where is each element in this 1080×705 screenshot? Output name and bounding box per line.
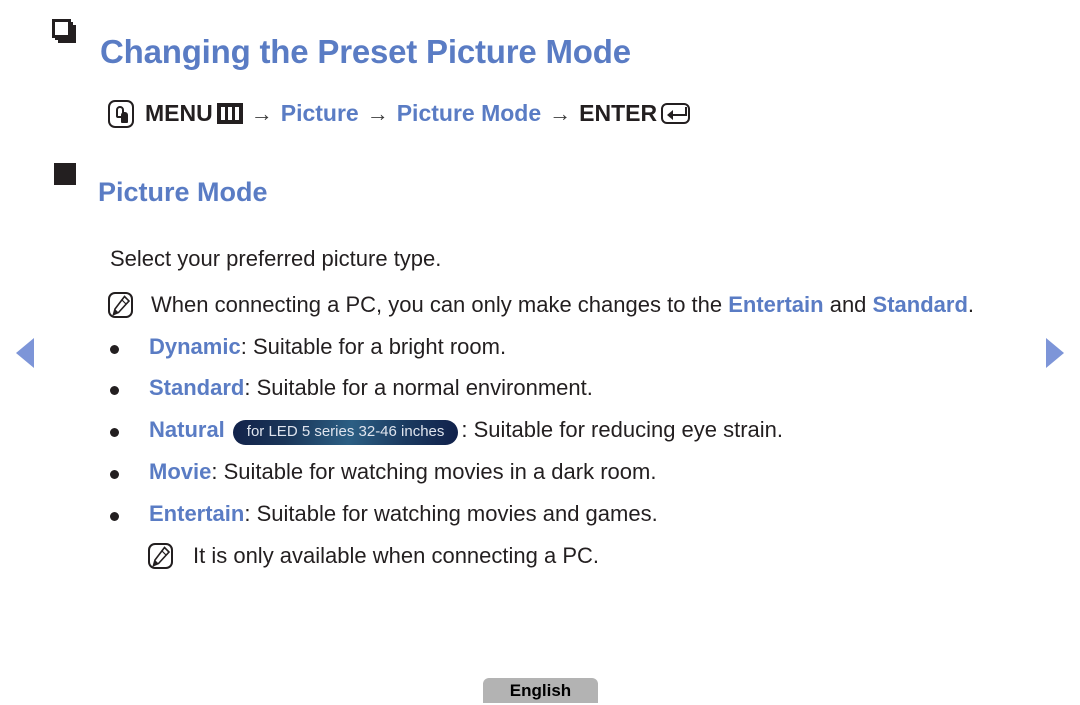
mode-desc: : Suitable for watching movies and games… <box>244 500 658 526</box>
list-item: Dynamic: Suitable for a bright room. <box>0 333 1080 362</box>
note-keyword-entertain: Entertain <box>728 291 824 317</box>
mode-entertain: Entertain: Suitable for watching movies … <box>149 500 658 529</box>
mode-desc: : Suitable for a bright room. <box>240 333 507 359</box>
bullet-dot-icon <box>110 386 119 396</box>
bullet-dot-icon <box>110 344 119 354</box>
mode-dynamic: Dynamic: Suitable for a bright room. <box>149 333 506 362</box>
mode-desc: : Suitable for reducing eye strain. <box>461 416 784 442</box>
language-tab[interactable]: English <box>483 678 598 703</box>
section-title: Picture Mode <box>98 177 268 208</box>
list-item: Standard: Suitable for a normal environm… <box>0 374 1080 403</box>
note-part-3: . <box>967 291 975 317</box>
filled-square-bullet-icon <box>54 162 76 185</box>
section-heading-row: Picture Mode <box>0 154 1080 231</box>
mode-desc: : Suitable for a normal environment. <box>244 375 593 401</box>
note-entertain-pc-only: It is only available when connecting a P… <box>0 540 1080 571</box>
manual-page: Changing the Preset Picture Mode MENU → … <box>0 0 1080 705</box>
touch-hand-icon <box>108 99 134 128</box>
mode-desc: : Suitable for watching movies in a dark… <box>211 458 657 484</box>
mode-movie: Movie: Suitable for watching movies in a… <box>149 458 656 487</box>
note-part-2: and <box>823 291 873 317</box>
menu-bars-icon <box>216 103 243 125</box>
bullet-dot-icon <box>110 511 119 521</box>
mode-name: Movie <box>149 458 212 484</box>
mode-name: Natural <box>149 416 225 442</box>
mode-name: Dynamic <box>149 333 241 359</box>
enter-label: ENTER <box>579 100 658 127</box>
page-title: Changing the Preset Picture Mode <box>100 33 631 71</box>
mode-name: Entertain <box>149 500 245 526</box>
mode-standard: Standard: Suitable for a normal environm… <box>149 374 593 403</box>
list-item: Natural for LED 5 series 32-46 inches: Su… <box>0 416 1080 445</box>
section-intro: Select your preferred picture type. <box>110 246 442 272</box>
menu-label: MENU <box>145 100 213 127</box>
bullet-dot-icon <box>110 469 119 479</box>
mode-name: Standard <box>149 375 245 401</box>
path-step-picture[interactable]: Picture <box>281 102 359 125</box>
note-pc-restriction-text: When connecting a PC, you can only make … <box>151 289 974 320</box>
path-arrow-3: → <box>549 100 572 126</box>
list-item: Movie: Suitable for watching movies in a… <box>0 458 1080 487</box>
note-pencil-icon <box>148 543 173 570</box>
bullet-dot-icon <box>110 427 119 437</box>
enter-return-icon <box>661 103 691 125</box>
note-keyword-standard: Standard <box>872 291 968 317</box>
path-step-picture-mode[interactable]: Picture Mode <box>397 102 541 125</box>
note-part-1: When connecting a PC, you can only make … <box>151 291 729 317</box>
stacked-pages-icon <box>52 19 78 45</box>
note-entertain-pc-only-text: It is only available when connecting a P… <box>193 543 600 569</box>
note-pc-restriction: When connecting a PC, you can only make … <box>0 289 1080 320</box>
note-pencil-icon <box>108 291 133 318</box>
path-arrow-2: → <box>366 100 389 126</box>
mode-natural: Natural for LED 5 series 32-46 inches: Su… <box>149 416 783 445</box>
path-arrow-1: → <box>250 100 273 126</box>
page-heading-row: Changing the Preset Picture Mode <box>0 10 1080 94</box>
model-scope-badge: for LED 5 series 32-46 inches <box>232 419 459 445</box>
menu-path-breadcrumb: MENU → Picture → Picture Mode → ENTER <box>0 99 1080 128</box>
list-item: Entertain: Suitable for watching movies … <box>0 500 1080 529</box>
